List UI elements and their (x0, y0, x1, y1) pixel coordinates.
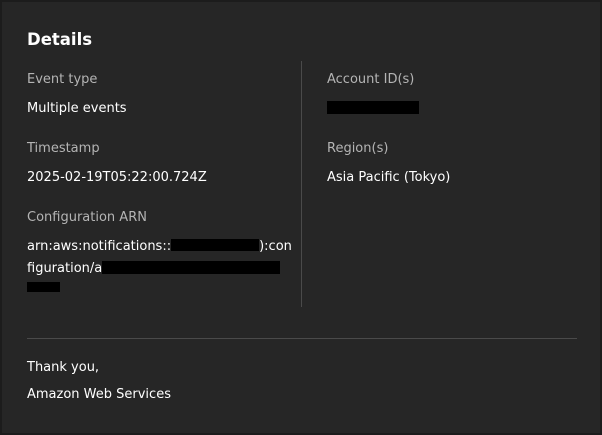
thanks-text: Thank you, (27, 360, 100, 375)
details-heading: Details (27, 30, 93, 49)
region-value: Asia Pacific (Tokyo) (327, 170, 451, 185)
signature-text: Amazon Web Services (27, 387, 171, 402)
arn-line2-prefix: figuration/a (27, 261, 103, 276)
configuration-arn-label: Configuration ARN (27, 210, 147, 225)
account-ids-label: Account ID(s) (327, 72, 415, 87)
timestamp-label: Timestamp (27, 141, 100, 156)
event-type-value: Multiple events (27, 101, 127, 116)
details-panel: Details Event type Multiple events Times… (2, 2, 600, 433)
configuration-arn-line-1: arn:aws:notifications::):con (27, 239, 292, 254)
arn-suffix: ):con (259, 239, 292, 254)
event-type-label: Event type (27, 72, 98, 87)
redacted-block (102, 261, 281, 274)
section-divider (27, 338, 577, 339)
region-label: Region(s) (327, 141, 389, 156)
redacted-account-id (327, 101, 419, 114)
redacted-block (171, 239, 260, 251)
configuration-arn-line-2: figuration/a (27, 261, 281, 276)
column-divider (301, 61, 302, 307)
arn-prefix: arn:aws:notifications:: (27, 239, 172, 254)
timestamp-value: 2025-02-19T05:22:00.724Z (27, 170, 207, 185)
redacted-block (27, 282, 60, 292)
